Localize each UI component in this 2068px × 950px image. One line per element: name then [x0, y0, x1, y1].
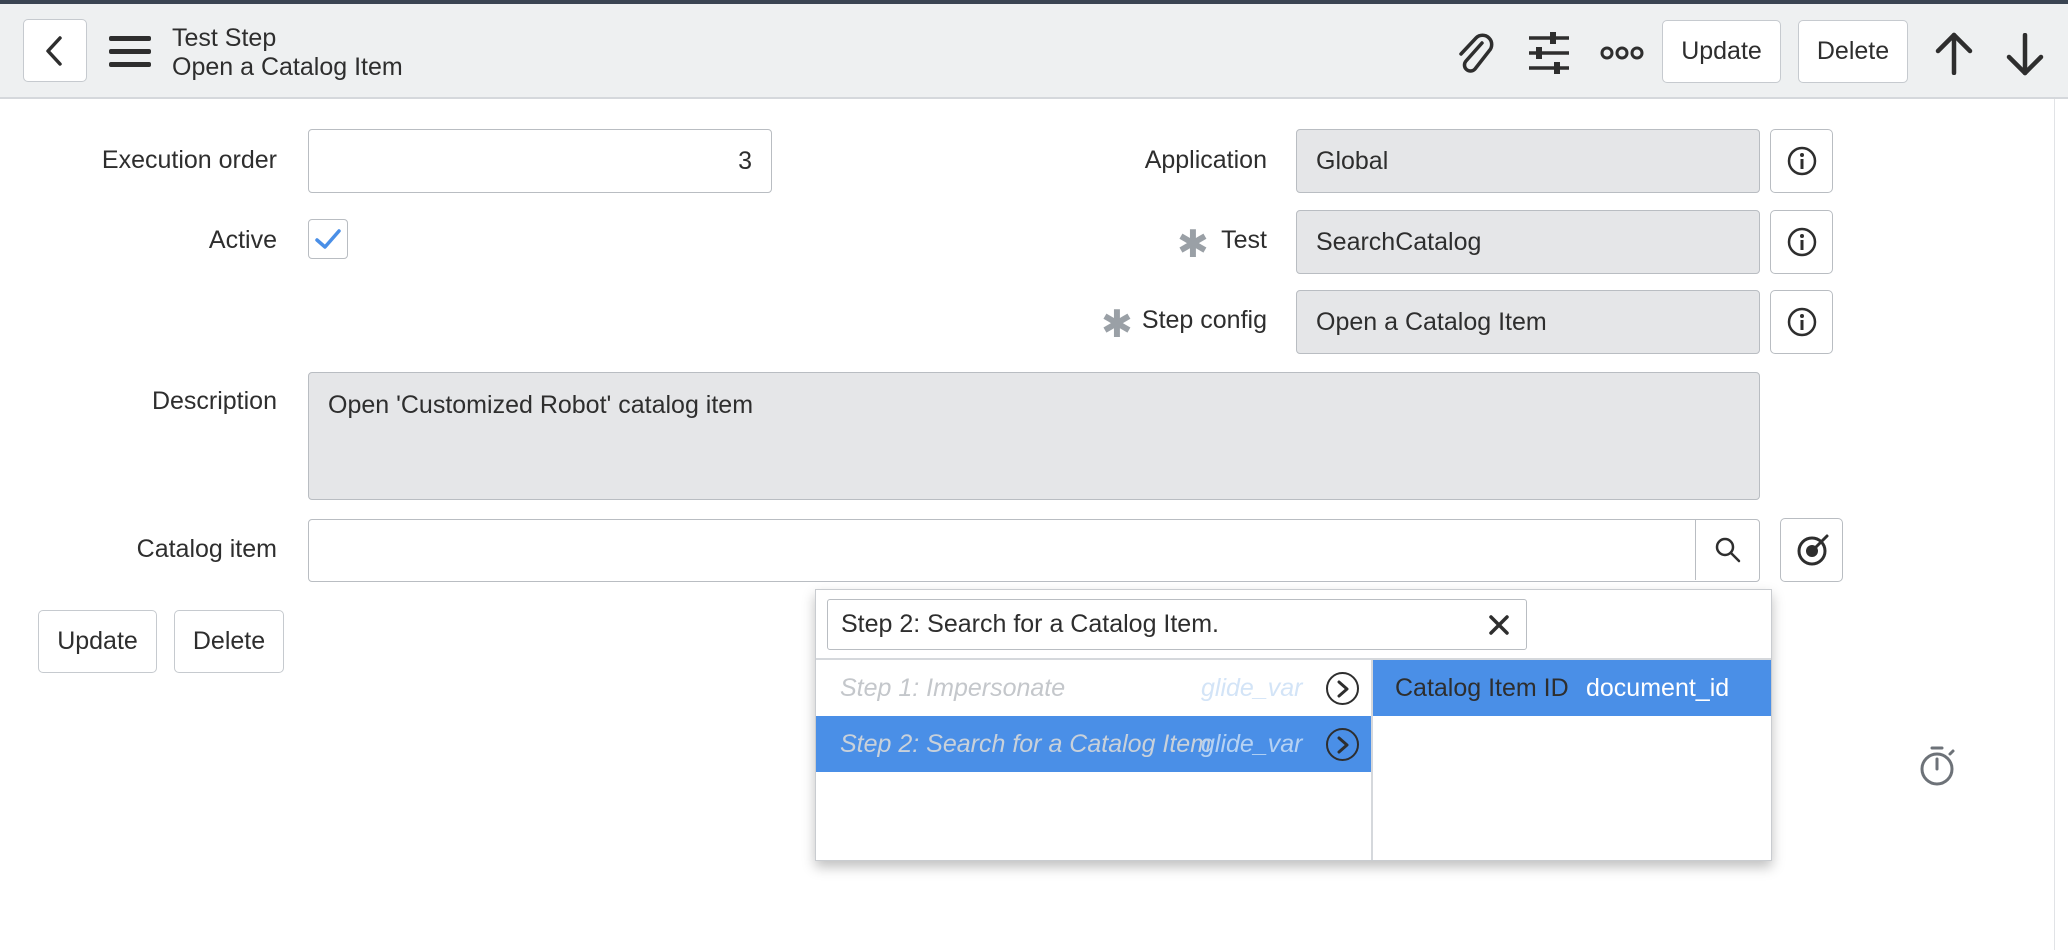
catalog-item-search-button[interactable]: [1695, 520, 1759, 580]
more-icon[interactable]: [1600, 41, 1644, 65]
step-config-field[interactable]: Open a Catalog Item: [1296, 290, 1760, 354]
picker-filter-pill[interactable]: Step 2: Search for a Catalog Item.: [827, 599, 1527, 650]
back-button[interactable]: [23, 19, 87, 82]
chevron-right-icon[interactable]: [1326, 672, 1359, 705]
dot-walk-icon: [1797, 534, 1828, 566]
step-config-label: Step config: [1141, 306, 1267, 334]
application-info-button[interactable]: [1770, 129, 1833, 193]
checkmark-icon: [315, 229, 341, 249]
search-icon: [1715, 537, 1740, 563]
catalog-item-field[interactable]: [308, 519, 1760, 582]
header-update-button[interactable]: Update: [1662, 20, 1781, 83]
form-title: Test Step: [172, 24, 277, 52]
step-config-info-button[interactable]: [1770, 290, 1833, 354]
execution-order-value: 3: [738, 146, 752, 175]
settings-icon[interactable]: [1526, 30, 1572, 76]
test-field[interactable]: SearchCatalog: [1296, 210, 1760, 274]
required-indicator: ✱: [1177, 224, 1209, 266]
step-type: glide_var: [1201, 729, 1303, 758]
output-name: Catalog Item ID: [1395, 673, 1569, 702]
application-label: Application: [1144, 146, 1267, 174]
arrow-up-icon[interactable]: [1932, 30, 1976, 76]
picker-step-row[interactable]: Step 1: Impersonate glide_var: [816, 660, 1371, 716]
header-delete-button[interactable]: Delete: [1798, 20, 1908, 83]
description-label: Description: [151, 387, 277, 415]
picker-step-row-selected[interactable]: Step 2: Search for a Catalog Item glide_…: [816, 716, 1371, 772]
attachment-icon[interactable]: [1452, 31, 1496, 75]
form-subtitle: Open a Catalog Item: [172, 53, 403, 81]
description-value: Open 'Customized Robot' catalog item: [328, 391, 754, 419]
update-button[interactable]: Update: [38, 610, 157, 673]
catalog-item-label: Catalog item: [136, 535, 277, 563]
close-icon[interactable]: [1486, 612, 1512, 638]
delete-button[interactable]: Delete: [174, 610, 284, 673]
required-indicator: ✱: [1101, 304, 1133, 346]
info-icon: [1787, 146, 1816, 176]
picker-filter-text: Step 2: Search for a Catalog Item.: [841, 610, 1219, 638]
chevron-right-icon[interactable]: [1326, 728, 1359, 761]
description-field[interactable]: Open 'Customized Robot' catalog item: [308, 372, 1760, 500]
variable-picker-popup: Step 2: Search for a Catalog Item. Step …: [815, 589, 1772, 861]
back-icon: [46, 35, 62, 66]
test-info-button[interactable]: [1770, 210, 1833, 274]
execution-order-label: Execution order: [101, 146, 277, 174]
menu-icon[interactable]: [108, 32, 152, 72]
step-name: Step 1: Impersonate: [840, 673, 1066, 702]
arrow-down-icon[interactable]: [2003, 32, 2047, 78]
form-header: Test Step Open a Catalog Item Update Del…: [0, 4, 2068, 99]
output-type: document_id: [1586, 673, 1730, 702]
application-value: Global: [1316, 146, 1389, 175]
application-field[interactable]: Global: [1296, 129, 1760, 193]
step-config-value: Open a Catalog Item: [1316, 307, 1547, 336]
info-icon: [1787, 227, 1816, 257]
page-scrollbar[interactable]: [2054, 99, 2068, 950]
info-icon: [1787, 307, 1816, 337]
execution-order-field[interactable]: 3: [308, 129, 772, 193]
active-checkbox[interactable]: [308, 219, 348, 259]
test-label: Test: [1221, 226, 1267, 254]
test-value: SearchCatalog: [1316, 227, 1482, 256]
step-type: glide_var: [1201, 673, 1303, 702]
dot-walk-button[interactable]: [1780, 518, 1843, 582]
picker-output-row-selected[interactable]: Catalog Item ID document_id: [1373, 660, 1771, 716]
step-name: Step 2: Search for a Catalog Item: [840, 729, 1212, 758]
timer-icon[interactable]: [1918, 744, 1958, 788]
active-label: Active: [208, 226, 277, 254]
